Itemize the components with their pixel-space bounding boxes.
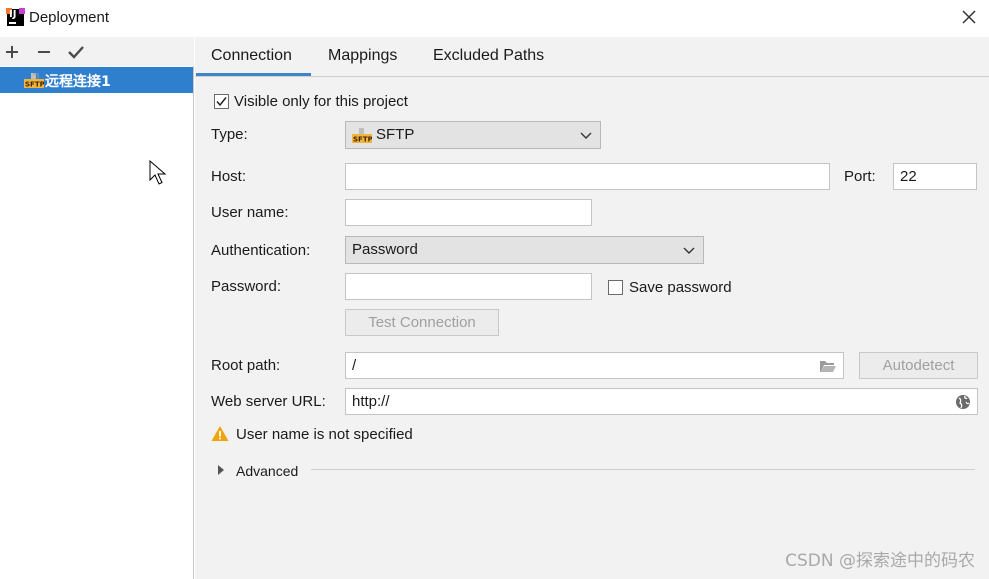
advanced-section-toggle[interactable]: Advanced bbox=[215, 461, 315, 481]
web-server-url-label: Web server URL: bbox=[211, 393, 326, 410]
visible-only-label: Visible only for this project bbox=[234, 93, 408, 110]
chevron-down-icon bbox=[683, 247, 695, 254]
type-select-value: SFTP bbox=[376, 126, 415, 143]
watermark: CSDN @探索途中的码农 bbox=[785, 551, 975, 571]
authentication-select[interactable]: Password bbox=[345, 236, 704, 264]
svg-text:SFTP: SFTP bbox=[353, 136, 372, 144]
save-password-label: Save password bbox=[629, 279, 732, 296]
connection-settings-panel: Connection Mappings Excluded Paths Visib… bbox=[195, 37, 989, 579]
server-list-panel: SFTP 远程连接1 bbox=[0, 37, 194, 579]
server-item-label: 远程连接1 bbox=[45, 74, 111, 90]
close-icon[interactable] bbox=[957, 5, 981, 29]
web-server-url-input[interactable]: http:// bbox=[345, 388, 978, 415]
sftp-server-icon: SFTP bbox=[352, 128, 372, 144]
window-title: Deployment bbox=[29, 9, 110, 26]
sftp-server-icon: SFTP bbox=[24, 73, 44, 89]
tab-bar: Connection Mappings Excluded Paths bbox=[195, 37, 989, 77]
root-path-label: Root path: bbox=[211, 357, 281, 374]
save-password-checkbox[interactable] bbox=[608, 280, 623, 295]
add-server-button[interactable] bbox=[1, 41, 23, 63]
authentication-select-value: Password bbox=[352, 241, 418, 258]
minus-icon bbox=[38, 51, 50, 53]
title-bar: IJ Deployment bbox=[0, 0, 989, 37]
intellij-app-icon: IJ bbox=[6, 8, 25, 26]
globe-icon[interactable] bbox=[955, 394, 971, 410]
password-input[interactable] bbox=[345, 273, 592, 300]
visible-only-checkbox[interactable] bbox=[214, 94, 229, 109]
advanced-label: Advanced bbox=[236, 463, 299, 479]
server-item-remote-1[interactable]: SFTP 远程连接1 bbox=[0, 67, 193, 93]
mouse-cursor-icon bbox=[149, 160, 167, 185]
folder-open-icon[interactable] bbox=[819, 358, 837, 374]
port-input[interactable]: 22 bbox=[893, 163, 977, 190]
host-input[interactable] bbox=[345, 163, 830, 190]
svg-text:SFTP: SFTP bbox=[25, 81, 44, 89]
port-label: Port: bbox=[844, 168, 876, 185]
chevron-right-icon bbox=[218, 465, 224, 475]
active-tab-indicator bbox=[196, 73, 311, 76]
web-server-url-value: http:// bbox=[352, 393, 390, 410]
root-path-input[interactable]: / bbox=[345, 352, 844, 379]
type-label: Type: bbox=[211, 126, 248, 143]
username-input[interactable] bbox=[345, 199, 592, 226]
checkmark-icon bbox=[68, 46, 84, 59]
advanced-separator bbox=[311, 469, 975, 470]
root-path-value: / bbox=[352, 357, 357, 374]
remove-server-button[interactable] bbox=[33, 41, 55, 63]
autodetect-button[interactable]: Autodetect bbox=[859, 352, 978, 379]
server-list-toolbar bbox=[0, 37, 194, 66]
authentication-label: Authentication: bbox=[211, 242, 311, 259]
checkmark-icon bbox=[216, 97, 227, 107]
plus-icon bbox=[6, 46, 18, 58]
username-label: User name: bbox=[211, 204, 289, 221]
tab-mappings[interactable]: Mappings bbox=[328, 47, 397, 77]
type-select[interactable]: SFTP SFTP bbox=[345, 121, 601, 149]
host-label: Host: bbox=[211, 168, 247, 185]
password-label: Password: bbox=[211, 278, 282, 295]
use-as-default-button[interactable] bbox=[65, 41, 87, 63]
warning-message: User name is not specified bbox=[236, 426, 413, 443]
chevron-down-icon bbox=[580, 132, 592, 139]
tab-excluded-paths[interactable]: Excluded Paths bbox=[433, 47, 544, 77]
warning-icon bbox=[211, 426, 229, 441]
test-connection-button[interactable]: Test Connection bbox=[345, 309, 499, 336]
